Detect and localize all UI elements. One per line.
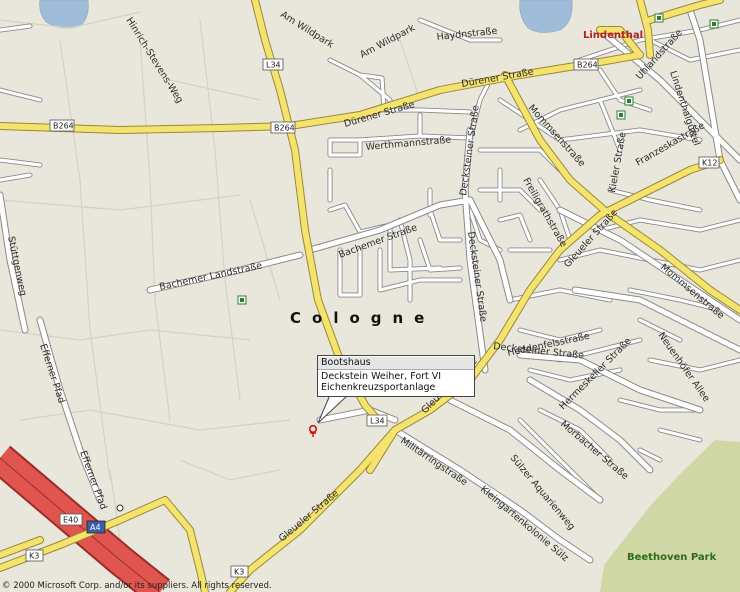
road-shield-l34-south: L34 <box>366 414 388 427</box>
road-shield-k3-west: K3 <box>25 549 44 562</box>
street-label-am-wildpark-2: Am Wildpark <box>358 22 417 60</box>
svg-text:A4: A4 <box>90 523 101 532</box>
road-shield-l34-north: L34 <box>262 58 284 71</box>
callout-title: Bootshaus <box>318 357 474 370</box>
lake-north <box>519 0 573 33</box>
road-shield-k12: K12 <box>698 156 720 169</box>
city-label-cologne: Cologne <box>290 309 435 327</box>
road-shield-k3-south: K3 <box>230 565 249 578</box>
street-label-hinrich: Hinrich-Stevens-Weg <box>123 16 185 106</box>
street-label-kleingarten: Kleingartenkolonie Sülz <box>478 484 570 564</box>
street-label-militaerring: Militärringstraße <box>398 435 469 488</box>
beethoven-park-area <box>600 440 740 592</box>
map-canvas[interactable]: Haydnstraße Am Wildpark Am Wildpark Hinr… <box>0 0 740 592</box>
svg-text:K3: K3 <box>29 552 39 561</box>
street-label-bachemer-landstrasse: Bachemer Landstraße <box>158 260 263 293</box>
lake-north-west <box>39 0 89 29</box>
svg-text:B264: B264 <box>274 124 295 133</box>
callout-line-2: Eichenkreuzsportanlage <box>321 382 436 393</box>
svg-text:K12: K12 <box>702 159 717 168</box>
road-shield-b264-west: B264 <box>49 119 75 132</box>
road-shield-b264-east: B264 <box>573 58 599 71</box>
callout-line-1: Deckstein Weiher, Fort VI <box>321 370 442 382</box>
street-label-kieler: Kieler Straße <box>607 131 629 194</box>
road-shield-b264-middle: B264 <box>270 121 296 134</box>
park-label-beethoven: Beethoven Park <box>627 552 717 563</box>
street-label-dueren-2: Dürener Straße <box>461 66 535 90</box>
street-label-efferner-2: Efferner Pfad <box>77 449 108 511</box>
street-label-gleueler-3: Gleueler Straße <box>277 488 341 544</box>
street-label-am-wildpark-1: Am Wildpark <box>278 9 336 51</box>
road-shield-a4: A4 <box>86 520 106 534</box>
location-callout[interactable]: Bootshaus Deckstein Weiher, Fort VI Eich… <box>317 355 475 397</box>
svg-text:K3: K3 <box>234 568 244 577</box>
road-shield-e40: E40 <box>59 513 83 526</box>
map-view[interactable]: Haydnstraße Am Wildpark Am Wildpark Hinr… <box>0 0 740 592</box>
location-pin-icon[interactable] <box>308 424 318 437</box>
svg-text:E40: E40 <box>63 516 78 525</box>
svg-text:B264: B264 <box>53 122 74 131</box>
svg-text:L34: L34 <box>266 61 281 70</box>
svg-text:B264: B264 <box>577 61 598 70</box>
minor-roads <box>0 18 740 502</box>
svg-text:L34: L34 <box>370 417 385 426</box>
copyright-notice: © 2000 Microsoft Corp. and/or its suppli… <box>2 581 272 591</box>
district-label-lindenthal: Lindenthal <box>583 30 643 41</box>
